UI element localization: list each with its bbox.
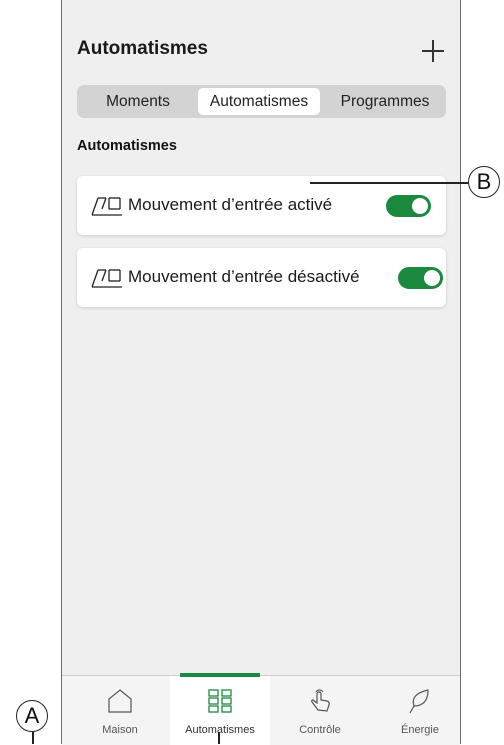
automation-toggle[interactable] <box>386 195 431 217</box>
nav-label: Énergie <box>401 724 439 736</box>
callout-line <box>218 732 220 744</box>
home-icon <box>108 689 132 713</box>
page-title: Automatismes <box>77 38 208 59</box>
nav-controle[interactable]: Contrôle <box>270 676 370 745</box>
leaf-icon <box>409 689 429 714</box>
phone-screen: Automatismes Moments Automatismes Progra… <box>61 0 461 745</box>
nav-maison[interactable]: Maison <box>70 676 170 745</box>
garage-door-icon <box>91 197 122 216</box>
plus-icon[interactable] <box>422 40 444 62</box>
segmented-control: Moments Automatismes Programmes <box>77 85 446 118</box>
nav-automatismes[interactable]: Automatismes <box>170 673 270 745</box>
nav-label: Contrôle <box>299 724 341 736</box>
garage-door-icon <box>91 269 122 288</box>
nav-energie[interactable]: Énergie <box>370 676 470 745</box>
automation-toggle[interactable] <box>398 267 443 289</box>
callout-line <box>310 182 468 184</box>
callout-line <box>32 732 34 744</box>
nav-label: Automatismes <box>185 724 255 736</box>
callout-b: B <box>468 166 500 198</box>
automation-label: Mouvement d’entrée désactivé <box>128 267 360 286</box>
bottom-navigation: Maison Automatismes Contrôle Énergie <box>62 673 460 745</box>
touch-icon <box>311 689 330 712</box>
automation-label: Mouvement d’entrée activé <box>128 195 333 214</box>
grid-icon <box>208 689 232 713</box>
tab-automatismes[interactable]: Automatismes <box>198 88 320 115</box>
header: Automatismes <box>62 0 460 88</box>
callout-a: A <box>16 700 48 732</box>
nav-label: Maison <box>102 724 138 736</box>
automation-card[interactable]: Mouvement d’entrée désactivé <box>77 248 446 307</box>
tab-moments[interactable]: Moments <box>81 88 195 115</box>
tab-programmes[interactable]: Programmes <box>328 88 442 115</box>
section-label: Automatismes <box>77 138 177 154</box>
automation-card[interactable]: Mouvement d’entrée activé <box>77 176 446 235</box>
